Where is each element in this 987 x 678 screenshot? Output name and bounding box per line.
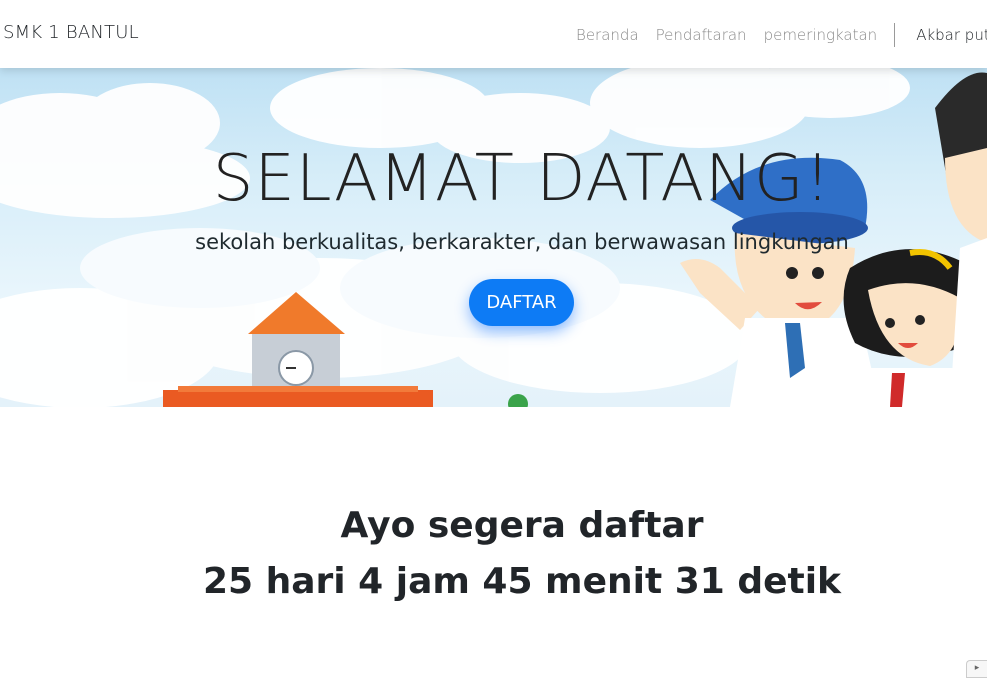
hero-subtitle: sekolah berkualitas, berkarakter, dan be… bbox=[195, 230, 849, 254]
nav-link-beranda[interactable]: Beranda bbox=[576, 26, 639, 44]
register-heading: Ayo segera daftar bbox=[340, 505, 704, 546]
nav-link-pemeringkatan[interactable]: pemeringkatan bbox=[764, 26, 878, 44]
nav-divider bbox=[894, 23, 896, 47]
brand-link[interactable]: SMK 1 BANTUL bbox=[3, 22, 139, 43]
nav-links: Beranda Pendaftaran pemeringkatan Akbar … bbox=[576, 23, 987, 47]
hero-banner: SELAMAT DATANG! sekolah berkualitas, ber… bbox=[0, 68, 987, 407]
user-menu[interactable]: Akbar putra p bbox=[916, 26, 987, 44]
hero-title: SELAMAT DATANG! bbox=[212, 142, 832, 216]
navbar: SMK 1 BANTUL Beranda Pendaftaran pemerin… bbox=[0, 0, 987, 68]
corner-widget[interactable]: ▸ bbox=[966, 660, 987, 678]
daftar-button[interactable]: DAFTAR bbox=[469, 279, 574, 326]
nav-link-pendaftaran[interactable]: Pendaftaran bbox=[656, 26, 747, 44]
countdown-timer: 25 hari 4 jam 45 menit 31 detik bbox=[202, 561, 841, 602]
